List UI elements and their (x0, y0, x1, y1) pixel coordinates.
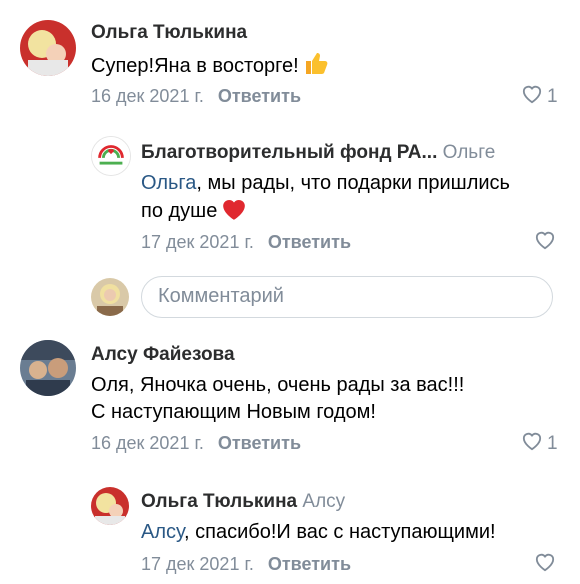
comment-date: 16 дек 2021 г. (91, 86, 204, 106)
comment-text-line2: С наступающим Новым годом! (91, 401, 376, 423)
like-heart-icon (521, 431, 543, 457)
comment-input-box[interactable] (141, 276, 553, 318)
comment-meta: 16 дек 2021 г. Ответить (91, 85, 301, 107)
comment-meta: 16 дек 2021 г. Ответить (91, 432, 301, 454)
avatar[interactable] (91, 487, 129, 525)
mention-link[interactable]: Ольга (141, 172, 196, 194)
reply-button[interactable]: Ответить (268, 232, 351, 252)
comment-text: Супер!Яна в восторге! (91, 50, 329, 84)
comment-meta: 17 дек 2021 г. Ответить (141, 553, 351, 575)
comment-input[interactable] (142, 277, 538, 315)
like-button[interactable] (534, 230, 556, 256)
comment-text: Алсу, спасибо!И вас с наступающими! (141, 519, 571, 546)
comment-author[interactable]: Ольга Тюлькина (91, 22, 247, 44)
like-button[interactable]: 1 (521, 431, 558, 457)
like-heart-icon (534, 230, 556, 256)
comment-meta: 17 дек 2021 г. Ответить (141, 231, 351, 253)
reply-button[interactable]: Ответить (218, 433, 301, 453)
like-count: 1 (547, 433, 558, 454)
comment-author[interactable]: Благотворительный фонд РА... Ольге (141, 142, 495, 164)
thumbs-up-icon (303, 50, 329, 84)
like-heart-icon (534, 552, 556, 578)
comment-author[interactable]: Ольга Тюлькина Алсу (141, 491, 345, 513)
comment-text-content: Супер!Яна в восторге! (91, 55, 299, 77)
comment-text-content: , спасибо!И вас с наступающими! (184, 521, 496, 543)
comment-text-line2: по душе (141, 200, 218, 222)
reply-to-name[interactable]: Алсу (302, 491, 345, 512)
comment-author-name[interactable]: Ольга Тюлькина (141, 491, 297, 512)
like-count: 1 (547, 86, 558, 107)
reply-button[interactable]: Ответить (268, 554, 351, 574)
like-button[interactable] (534, 552, 556, 578)
avatar[interactable] (20, 20, 76, 76)
like-button[interactable]: 1 (521, 84, 558, 110)
heart-emoji-icon (221, 197, 247, 229)
comment-author-name[interactable]: Благотворительный фонд РА... (141, 142, 437, 163)
comment-text: Ольга, мы рады, что подарки пришлись по … (141, 170, 561, 229)
comment-author[interactable]: Алсу Файезова (91, 344, 235, 366)
comment-date: 16 дек 2021 г. (91, 433, 204, 453)
like-heart-icon (521, 84, 543, 110)
reply-button[interactable]: Ответить (218, 86, 301, 106)
comment-date: 17 дек 2021 г. (141, 554, 254, 574)
reply-to-name[interactable]: Ольге (443, 142, 496, 163)
current-user-avatar (91, 278, 129, 316)
comment-text: Оля, Яночка очень, очень рады за вас!!! … (91, 372, 561, 426)
comment-text-line1: Оля, Яночка очень, очень рады за вас!!! (91, 374, 465, 396)
comment-date: 17 дек 2021 г. (141, 232, 254, 252)
comment-text-line1: , мы рады, что подарки пришлись (196, 172, 510, 194)
mention-link[interactable]: Алсу (141, 521, 184, 543)
avatar[interactable] (91, 136, 131, 176)
avatar[interactable] (20, 340, 76, 396)
